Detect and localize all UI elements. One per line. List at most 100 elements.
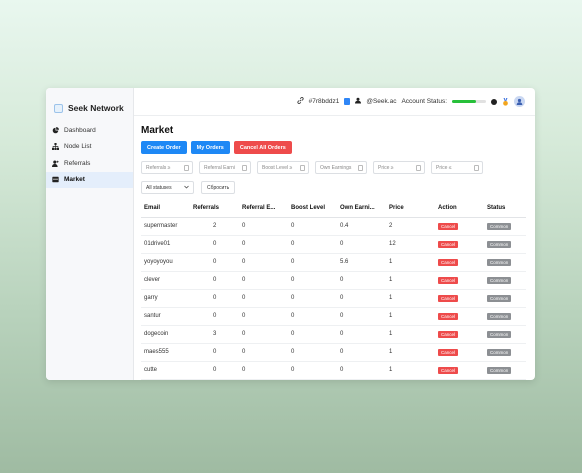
column-header[interactable]: Boost Level	[288, 200, 337, 218]
table-cell: yoyoyoyou	[141, 253, 190, 272]
table-cell: 1	[386, 253, 435, 272]
column-header[interactable]: Price	[386, 200, 435, 218]
table-cell: 0	[239, 271, 288, 290]
table-cell: supermaster	[141, 217, 190, 236]
column-header[interactable]: Referrals	[190, 200, 239, 218]
table-cell: 0	[337, 235, 386, 254]
status-dot-icon	[491, 98, 497, 105]
table-cell: 1	[386, 325, 435, 344]
column-header[interactable]: Own Earni...	[337, 200, 386, 218]
boost-level-filter[interactable]: Boost Level ≥	[257, 161, 309, 174]
action-buttons: Create Order My Orders Cancel All Orders	[141, 141, 535, 154]
cancel-order-button[interactable]: Cancel	[438, 258, 459, 266]
link-icon	[297, 97, 304, 106]
orders-table: Email Referrals Referral E... Boost Level Ow…	[141, 200, 526, 380]
cancel-order-button[interactable]: Cancel	[438, 312, 459, 320]
cancel-order-button[interactable]: Cancel	[438, 294, 459, 302]
status-badge: Common	[487, 312, 512, 320]
table-cell: 0	[239, 361, 288, 380]
stepper-icon[interactable]	[184, 164, 189, 171]
table-cell: 1	[386, 289, 435, 308]
table-row: cutte 0 0 0 0 1 Cancel Common	[141, 361, 526, 380]
brand[interactable]: Seek Network	[46, 88, 133, 118]
table-cell: maes555	[141, 343, 190, 362]
table-cell: 3	[190, 325, 239, 344]
status-badge: Common	[487, 258, 512, 266]
table-row: maes555 0 0 0 0 1 Cancel Common	[141, 343, 526, 362]
table-row: supermaster 2 0 0 0.4 2 Cancel Common	[141, 217, 526, 236]
table-cell: 0	[190, 289, 239, 308]
own-earnings-filter[interactable]: Own Earnings	[315, 161, 367, 174]
cancel-order-button[interactable]: Cancel	[438, 366, 459, 374]
table-cell: 5.6	[337, 253, 386, 272]
table-cell: 0	[239, 217, 288, 236]
table-cell: 0	[288, 307, 337, 326]
stepper-icon[interactable]	[300, 164, 305, 171]
node-id: #7r8bddz1	[308, 98, 340, 105]
sidebar-item-label: Node List	[64, 143, 92, 151]
sidebar-item-dashboard[interactable]: Dashboard	[46, 122, 133, 139]
table-cell: 0	[239, 325, 288, 344]
create-order-button[interactable]: Create Order	[141, 141, 187, 154]
avatar[interactable]	[514, 96, 525, 107]
cancel-order-button[interactable]: Cancel	[438, 276, 459, 284]
app-window: Seek Network Dashboard Node List Referra…	[46, 88, 535, 380]
table-cell: cutte	[141, 361, 190, 380]
stepper-icon[interactable]	[242, 164, 247, 171]
cancel-order-button[interactable]: Cancel	[438, 222, 459, 230]
cancel-order-button[interactable]: Cancel	[438, 348, 459, 356]
sidebar-item-referrals[interactable]: Referrals	[46, 155, 133, 172]
table-cell: 0	[239, 253, 288, 272]
table-cell: 2	[386, 217, 435, 236]
table-cell: santur	[141, 307, 190, 326]
column-header[interactable]: Action	[435, 200, 484, 218]
cancel-order-button[interactable]: Cancel	[438, 330, 459, 338]
table-cell: 0	[190, 307, 239, 326]
table-cell: 0	[288, 361, 337, 380]
status-badge: Common	[487, 222, 512, 230]
stepper-icon[interactable]	[358, 164, 363, 171]
table-cell: 1	[386, 307, 435, 326]
reset-button[interactable]: Сбросить	[201, 181, 236, 194]
table-cell: 0	[288, 271, 337, 290]
table-row: clever 0 0 0 0 1 Cancel Common	[141, 271, 526, 290]
table-cell: 1	[386, 271, 435, 290]
nodes-icon	[52, 143, 59, 151]
table-cell: 0	[288, 325, 337, 344]
copy-icon[interactable]	[344, 98, 351, 105]
column-header[interactable]: Email	[141, 200, 190, 218]
table-cell: 0	[337, 361, 386, 380]
user-handle[interactable]: @Seek.ac	[366, 98, 396, 105]
referral-earnings-filter[interactable]: Referral Earni	[199, 161, 251, 174]
table-cell: 0	[288, 289, 337, 308]
table-row: 01drive01 0 0 0 0 12 Cancel Common	[141, 235, 526, 254]
account-status-bar	[452, 100, 486, 103]
status-select[interactable]: All statuses	[141, 181, 194, 194]
column-header[interactable]: Referral E...	[239, 200, 288, 218]
table-cell: 0	[288, 217, 337, 236]
sidebar: Seek Network Dashboard Node List Referra…	[46, 88, 134, 380]
column-header[interactable]: Status	[484, 200, 526, 218]
table-cell: 0.4	[337, 217, 386, 236]
sidebar-item-node-list[interactable]: Node List	[46, 139, 133, 156]
cancel-order-button[interactable]: Cancel	[438, 240, 459, 248]
cancel-all-orders-button[interactable]: Cancel All Orders	[233, 141, 292, 154]
sidebar-item-label: Referrals	[64, 159, 91, 167]
table-cell: clever	[141, 271, 190, 290]
price-max-filter[interactable]: Price ≤	[431, 161, 483, 174]
my-orders-button[interactable]: My Orders	[190, 141, 230, 154]
table-cell: 0	[239, 235, 288, 254]
price-min-filter[interactable]: Price ≥	[373, 161, 425, 174]
table-cell: garry	[141, 289, 190, 308]
account-status-fill	[452, 100, 476, 103]
main-content: Market Create Order My Orders Cancel All…	[134, 116, 535, 380]
stepper-icon[interactable]	[474, 164, 479, 171]
table-row: garry 0 0 0 0 1 Cancel Common	[141, 289, 526, 308]
stepper-icon[interactable]	[416, 164, 421, 171]
table-cell: 12	[386, 235, 435, 254]
table-row: santur 0 0 0 0 1 Cancel Common	[141, 307, 526, 326]
referrals-filter[interactable]: Referrals ≥	[141, 161, 193, 174]
user-icon	[355, 97, 362, 106]
sidebar-item-market[interactable]: Market	[46, 171, 133, 188]
page-title: Market	[141, 125, 174, 136]
